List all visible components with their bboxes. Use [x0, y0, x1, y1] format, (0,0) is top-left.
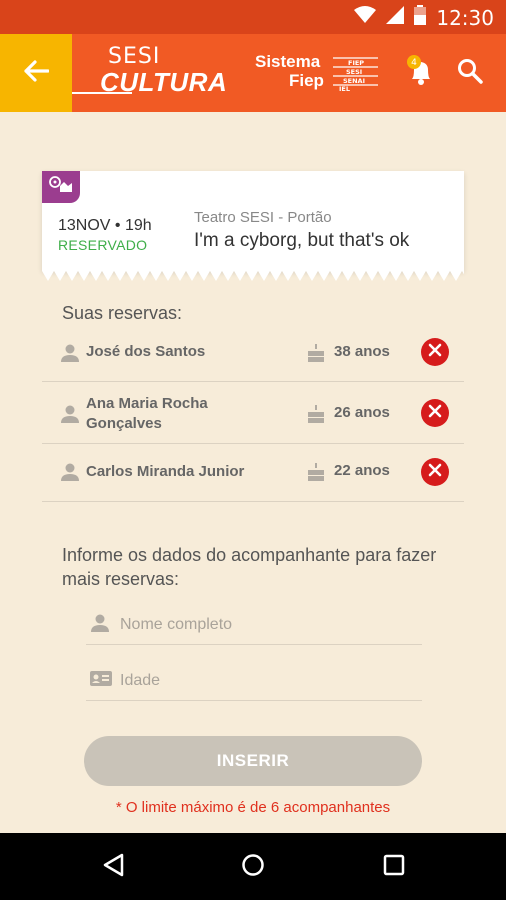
- companion-age: 22 anos: [334, 462, 390, 479]
- remove-reservation-button[interactable]: [421, 458, 449, 486]
- person-icon: [60, 404, 80, 429]
- nav-back-button[interactable]: [96, 850, 130, 884]
- id-card-icon: [90, 669, 112, 692]
- nav-home-button[interactable]: [236, 850, 270, 884]
- reservation-row: Ana Maria Rocha Gonçalves 26 anos: [42, 382, 464, 444]
- status-bar: 12:30: [0, 0, 506, 34]
- search-button[interactable]: [453, 56, 487, 90]
- circle-home-icon: [241, 853, 265, 882]
- insert-button[interactable]: INSERIR: [84, 736, 422, 786]
- companion-age: 26 anos: [334, 404, 390, 421]
- reservation-status: RESERVADO: [58, 237, 148, 253]
- companion-age: 38 anos: [334, 343, 390, 360]
- svg-text:SESI: SESI: [346, 68, 362, 76]
- signal-icon: [386, 6, 405, 29]
- cake-icon: [307, 462, 325, 487]
- battery-icon: [414, 5, 427, 30]
- companion-limit-note: * O limite máximo é de 6 acompanhantes: [115, 799, 391, 816]
- triangle-back-icon: [102, 853, 124, 882]
- close-icon: [428, 463, 442, 482]
- event-title: I'm a cyborg, but that's ok: [194, 230, 410, 251]
- event-date: 13NOV • 19h: [58, 217, 152, 234]
- arrow-left-icon: [23, 59, 50, 87]
- system-navigation-bar: [0, 833, 506, 900]
- age-input[interactable]: [120, 667, 410, 695]
- fiep-mark-logo: FIEP SESI SENAI IEL: [333, 56, 378, 93]
- ticket-zigzag-edge: [42, 271, 464, 281]
- event-ticket-card[interactable]: 13NOV • 19h RESERVADO Teatro SESI - Port…: [42, 171, 464, 271]
- person-icon: [90, 613, 110, 638]
- age-field: [86, 663, 422, 701]
- person-icon: [60, 462, 80, 487]
- notifications-button[interactable]: 4: [404, 54, 438, 92]
- search-icon: [457, 58, 483, 89]
- film-camera-icon: [49, 175, 73, 199]
- sesi-cultura-logo: SESI CULTURA: [100, 44, 228, 97]
- event-venue: Teatro SESI - Portão: [194, 209, 332, 226]
- companion-instructions: Informe os dados do acompanhante para fa…: [62, 545, 437, 589]
- app-bar: SESI CULTURA Sistema Fiep FIEP SESI SENA…: [0, 34, 506, 112]
- reservation-row: José dos Santos 38 anos: [42, 330, 464, 382]
- square-recents-icon: [383, 854, 405, 881]
- remove-reservation-button[interactable]: [421, 338, 449, 366]
- companion-name: Ana Maria Rocha Gonçalves: [86, 395, 208, 432]
- notification-count: 4: [411, 58, 417, 68]
- svg-text:IEL: IEL: [339, 85, 350, 92]
- svg-text:SENAI: SENAI: [343, 77, 365, 85]
- close-icon: [428, 404, 442, 423]
- sistema-fiep-logo: Sistema Fiep: [255, 52, 324, 90]
- reservation-row: Carlos Miranda Junior 22 anos: [42, 444, 464, 502]
- nav-recents-button[interactable]: [377, 850, 411, 884]
- person-icon: [60, 343, 80, 368]
- companion-name: Carlos Miranda Junior: [86, 463, 245, 480]
- back-button[interactable]: [0, 34, 72, 112]
- reservations-heading: Suas reservas:: [62, 303, 183, 323]
- bell-icon: 4: [406, 54, 436, 92]
- companion-name: José dos Santos: [86, 343, 206, 360]
- category-badge: [42, 171, 80, 203]
- svg-text:FIEP: FIEP: [348, 59, 364, 67]
- logo-underline: [72, 92, 132, 94]
- wifi-icon: [354, 6, 377, 29]
- full-name-input[interactable]: [120, 611, 410, 639]
- cake-icon: [307, 404, 325, 429]
- cake-icon: [307, 343, 325, 368]
- remove-reservation-button[interactable]: [421, 399, 449, 427]
- clock: 12:30: [436, 5, 494, 30]
- close-icon: [428, 343, 442, 362]
- full-name-field: [86, 607, 422, 645]
